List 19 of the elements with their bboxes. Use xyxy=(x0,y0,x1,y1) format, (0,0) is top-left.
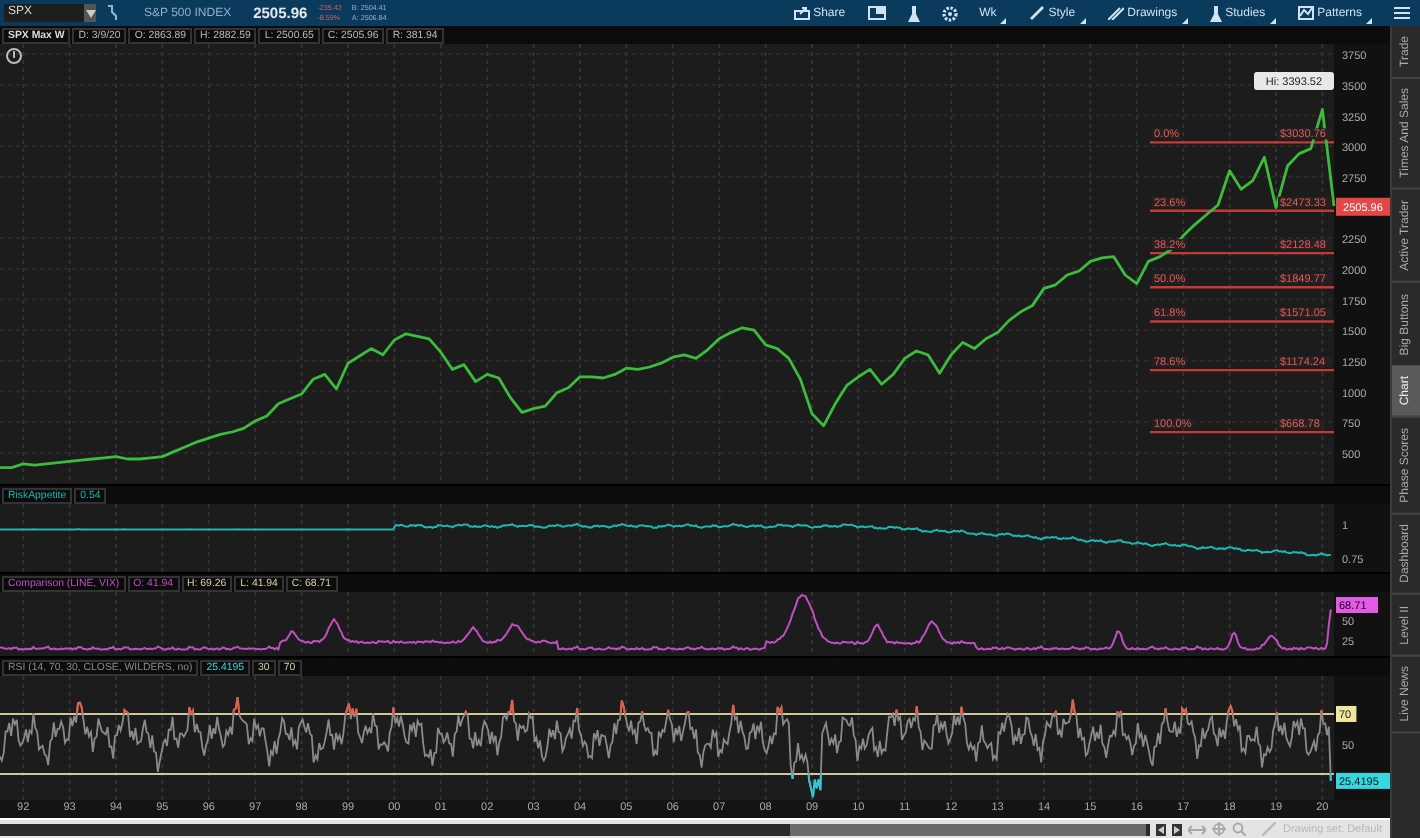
dropdown-icon[interactable] xyxy=(84,4,96,22)
corner-arrow-icon xyxy=(1269,18,1276,24)
scroll-right-button[interactable] xyxy=(1172,823,1182,835)
window-icon xyxy=(867,6,886,20)
flask-icon xyxy=(1209,5,1222,21)
scroll-thumb[interactable] xyxy=(790,823,1146,835)
scrollbar[interactable] xyxy=(0,823,1150,835)
flask-icon xyxy=(907,5,920,21)
share-icon xyxy=(793,6,810,20)
corner-arrow-icon xyxy=(1000,18,1007,24)
corner-arrow-icon xyxy=(1079,18,1086,24)
menu-icon xyxy=(1394,6,1410,20)
menu-button[interactable] xyxy=(1388,2,1416,24)
corner-arrow-icon xyxy=(1366,18,1372,24)
pattern-icon xyxy=(1297,6,1314,20)
circle-icon[interactable] xyxy=(6,48,22,64)
corner-arrow-icon xyxy=(1181,18,1188,24)
settings-icon xyxy=(941,5,958,21)
scroll-left-button[interactable] xyxy=(1156,823,1166,835)
